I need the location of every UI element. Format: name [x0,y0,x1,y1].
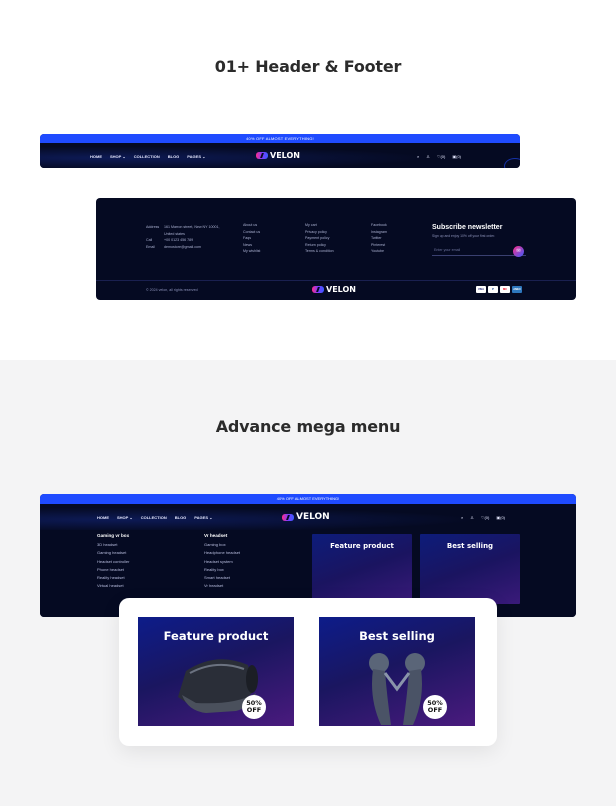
cart-button[interactable]: ▣(0) [496,515,505,520]
footer-social: Facebook Instagram Twitter Pinterest You… [371,222,387,255]
mega-col-gaming: Gaming vr box 3D headset Gaming headset … [97,532,129,590]
discount-badge: 50% OFF [423,695,447,719]
mega-link[interactable]: Headphone headset [204,549,240,557]
header-preview: 40% OFF ALMOST EVERYTHING! HOME SHOP ⌄ C… [40,134,520,168]
cart-button[interactable]: ▣(0) [452,154,461,159]
paypal-icon: P [488,286,498,293]
footer-link[interactable]: Terms & condition [305,248,334,255]
promo-bar: 40% OFF ALMOST EVERYTHING! [40,134,520,143]
nav-shop[interactable]: SHOP ⌄ [110,154,126,159]
social-link[interactable]: Youtube [371,248,387,255]
mega-link[interactable]: Gaming headset [97,549,129,557]
footer-contact: Address 161 Marron street, New NY 10001, … [146,225,220,249]
card-title: Feature product [163,629,269,643]
feature-product-card-large[interactable]: Feature product 50% OFF [138,617,294,726]
nav-collection[interactable]: COLLECTION [134,154,160,159]
footer-link[interactable]: Faqs [243,235,260,242]
search-icon[interactable]: ⌕ [417,154,419,159]
send-icon[interactable]: ✉ [513,246,524,257]
footer-link[interactable]: My wishlist [243,248,260,255]
header-icons: ⌕ ♙ ♡(0) ▣(0) [461,515,505,520]
footer-logo[interactable]: VELON [312,285,356,294]
section-title-mega-menu: Advance mega menu [215,417,401,436]
search-icon[interactable]: ⌕ [461,515,463,520]
discount-badge: 50% OFF [242,695,266,719]
nav-bar: HOME SHOP ⌄ COLLECTION BLOG PAGES ⌄ VELO… [40,143,520,168]
social-link[interactable]: Instagram [371,229,387,236]
mega-link[interactable]: Gaming box [204,541,240,549]
nav-shop[interactable]: SHOP ⌄ [117,515,133,520]
nav-blog[interactable]: BLOG [175,515,187,520]
user-icon[interactable]: ♙ [470,515,474,520]
footer-links-2: My cart Privacy policy Payment policy Re… [305,222,334,255]
main-nav: HOME SHOP ⌄ COLLECTION BLOG PAGES ⌄ [90,154,205,159]
nav-pages[interactable]: PAGES ⌄ [194,515,212,520]
newsletter-subtitle: Sign up and enjoy 10% off your first ord… [432,234,496,238]
newsletter-email-input[interactable]: Enter your email [432,244,526,256]
footer-link[interactable]: Return policy [305,242,334,249]
mega-link[interactable]: Reality headset [97,574,129,582]
footer-link[interactable]: Contact us [243,229,260,236]
nav-collection[interactable]: COLLECTION [141,515,167,520]
promo-bar: 40% OFF ALMOST EVERYTHING! [40,494,576,504]
footer-links-1: About us Contact us Faqs News My wishlis… [243,222,260,255]
logo[interactable]: VELON [256,151,300,160]
mega-link[interactable]: Vr headset [204,582,240,590]
social-link[interactable]: Pinterest [371,242,387,249]
footer-link[interactable]: Payment policy [305,235,334,242]
footer-preview: Address 161 Marron street, New NY 10001, … [96,198,576,300]
wishlist-button[interactable]: ♡(0) [437,154,445,159]
mega-link[interactable]: Headset system [204,558,240,566]
nav-blog[interactable]: BLOG [168,154,180,159]
footer-link[interactable]: News [243,242,260,249]
amex-icon: AMEX [512,286,522,293]
wishlist-button[interactable]: ♡(0) [481,515,489,520]
mega-col-vr: Vr headset Gaming box Headphone headset … [204,532,240,590]
header-icons: ⌕ ♙ ♡(0) ▣(0) [417,154,461,159]
footer-link[interactable]: My cart [305,222,334,229]
mega-link[interactable]: 3D headset [97,541,129,549]
mega-col-title: Gaming vr box [97,533,130,538]
zoomed-cards: Feature product 50% OFF Best selling 50% O… [119,598,497,746]
logo-mark-icon [282,513,294,521]
header-footer-section [0,0,616,360]
decor-arc [504,158,520,168]
newsletter-title: Subscribe newsletter [432,224,503,231]
logo-mark-icon [256,152,268,159]
main-nav: HOME SHOP ⌄ COLLECTION BLOG PAGES ⌄ [97,515,212,520]
mega-col-title: Vr headset [204,533,228,538]
logo-mark-icon [312,286,324,293]
nav-bar: HOME SHOP ⌄ COLLECTION BLOG PAGES ⌄ VELO… [40,504,576,530]
social-link[interactable]: Twitter [371,235,387,242]
nav-home[interactable]: HOME [97,515,109,520]
footer-link[interactable]: About us [243,222,260,229]
social-link[interactable]: Facebook [371,222,387,229]
user-icon[interactable]: ♙ [426,154,430,159]
feature-product-card[interactable]: Feature product [312,534,412,604]
card-title: Best selling [359,629,435,643]
nav-home[interactable]: HOME [90,154,102,159]
mega-link[interactable]: Headset controller [97,558,129,566]
best-selling-card-large[interactable]: Best selling 50% OFF [319,617,475,726]
mega-link[interactable]: Reality box [204,566,240,574]
footer-divider [96,280,576,281]
payment-icons: VISA P MC AMEX [476,286,522,293]
mastercard-icon: MC [500,286,510,293]
section-title-header-footer: 01+ Header & Footer [214,57,402,76]
mega-link[interactable]: Phone headset [97,566,129,574]
visa-icon: VISA [476,286,486,293]
mega-link[interactable]: Smart headset [204,574,240,582]
logo[interactable]: VELON [282,512,330,522]
nav-pages[interactable]: PAGES ⌄ [187,154,205,159]
best-selling-card[interactable]: Best selling [420,534,520,604]
footer-link[interactable]: Privacy policy [305,229,334,236]
copyright: © 2024 velon, all rights reserved [146,288,198,292]
mega-link[interactable]: Virtual headset [97,582,129,590]
